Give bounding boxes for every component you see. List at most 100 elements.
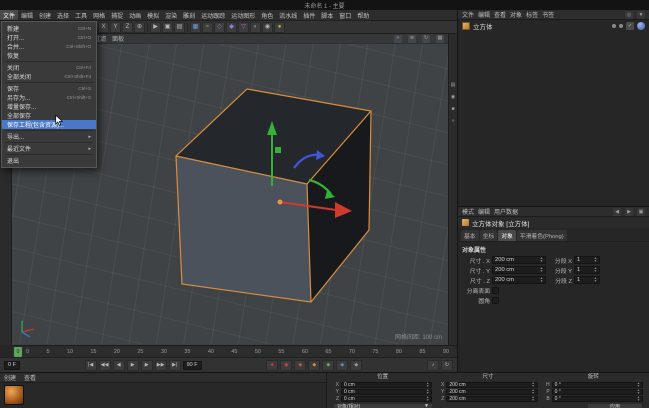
dock-display-icon[interactable]: ▤ — [450, 82, 457, 89]
render-picture-viewer-icon[interactable]: ▣ — [162, 22, 173, 33]
coord-mode-dropdown[interactable]: 对象(相对) ▼ — [333, 403, 433, 408]
file-menu-item-save-incremental[interactable]: 增量保存... — [2, 102, 96, 111]
om-menu-objects[interactable]: 对象 — [510, 10, 522, 19]
segments-y-field[interactable]: 1 ▲▼ — [574, 266, 600, 274]
next-frame-icon[interactable]: ▶ — [141, 360, 153, 371]
rot-b-field[interactable]: 0 °▲▼ — [552, 396, 643, 402]
axis-x-lock-icon[interactable]: X — [98, 22, 109, 33]
om-search-icon[interactable]: ◎ — [625, 11, 633, 19]
tab-basic[interactable]: 基本 — [461, 230, 479, 241]
menu-motion-tracker[interactable]: 运动跟踪 — [198, 10, 228, 20]
goto-end-icon[interactable]: ▶| — [169, 360, 181, 371]
size-y-field[interactable]: 200 cm ▲▼ — [492, 266, 546, 274]
stepper-icon[interactable]: ▲▼ — [540, 257, 543, 263]
menu-plugins[interactable]: 插件 — [300, 10, 318, 20]
menu-select[interactable]: 选择 — [54, 10, 72, 20]
window-titlebar[interactable]: 未命名 1 - 主要 — [0, 0, 649, 10]
file-menu-item-new[interactable]: 新建 Ctrl+N — [2, 24, 96, 33]
file-menu-item-quit[interactable]: 退出 — [2, 156, 96, 165]
menu-help[interactable]: 帮助 — [354, 10, 372, 20]
menu-render[interactable]: 渲染 — [162, 10, 180, 20]
dock-plane-icon[interactable]: ■ — [450, 106, 457, 113]
scale-x-field[interactable]: 200 cm▲▼ — [446, 382, 537, 388]
tab-coordinates[interactable]: 坐标 — [480, 230, 498, 241]
current-frame-field[interactable]: 0 F — [4, 361, 20, 370]
attr-history-back-icon[interactable]: ◀ — [613, 208, 621, 216]
loop-icon[interactable]: ↻ — [441, 360, 453, 371]
tag-check-icon[interactable]: ✓ — [626, 22, 634, 30]
menu-simulate[interactable]: 模拟 — [144, 10, 162, 20]
generator-icon[interactable]: ◆ — [226, 22, 237, 33]
autokey-icon[interactable]: ◉ — [280, 360, 292, 371]
menu-script[interactable]: 脚本 — [318, 10, 336, 20]
file-menu-item-export[interactable]: 导出... ▸ — [2, 132, 96, 141]
rot-h-field[interactable]: 0 °▲▼ — [552, 382, 643, 388]
attr-menu-mode[interactable]: 模式 — [462, 207, 474, 216]
menu-sculpt[interactable]: 雕刻 — [180, 10, 198, 20]
stepper-icon[interactable]: ▲▼ — [540, 267, 543, 273]
mat-menu-create[interactable]: 创建 — [4, 373, 16, 382]
scale-z-field[interactable]: 200 cm▲▼ — [446, 396, 537, 402]
menu-animate[interactable]: 动画 — [126, 10, 144, 20]
stepper-icon[interactable]: ▲▼ — [594, 267, 597, 273]
size-x-field[interactable]: 200 cm ▲▼ — [492, 256, 546, 264]
file-menu-item-save[interactable]: 保存 Ctrl+S — [2, 84, 96, 93]
file-menu-item-save-as[interactable]: 另存为... Ctrl+Shift+S — [2, 93, 96, 102]
visibility-dot-editor[interactable] — [612, 24, 616, 28]
coord-system-icon[interactable]: ⊕ — [134, 22, 145, 33]
size-z-field[interactable]: 200 cm ▲▼ — [492, 276, 546, 284]
segments-z-field[interactable]: 1 ▲▼ — [574, 276, 600, 284]
mat-menu-view[interactable]: 查看 — [24, 373, 36, 382]
file-menu-item-save-all[interactable]: 全部保存 — [2, 111, 96, 120]
expand-palette-icon[interactable]: » — [450, 118, 457, 125]
segments-x-field[interactable]: 1 ▲▼ — [574, 256, 600, 264]
environment-icon[interactable]: ◐ — [250, 22, 261, 33]
stepper-icon[interactable]: ▲▼ — [594, 257, 597, 263]
render-settings-icon[interactable]: ▤ — [174, 22, 185, 33]
record-parameter-icon[interactable]: ◆ — [336, 360, 348, 371]
record-rotation-icon[interactable]: ◆ — [322, 360, 334, 371]
pos-z-field[interactable]: 0 cm▲▼ — [341, 396, 432, 402]
menu-mograph[interactable]: 运动图形 — [228, 10, 258, 20]
menu-edit[interactable]: 编辑 — [18, 10, 36, 20]
camera-icon[interactable]: ◉ — [262, 22, 273, 33]
pos-x-field[interactable]: 0 cm▲▼ — [341, 382, 432, 388]
attr-lock-icon[interactable]: ▣ — [637, 208, 645, 216]
gizmo-origin-handle[interactable] — [278, 200, 283, 205]
om-menu-file[interactable]: 文件 — [462, 10, 474, 19]
render-view-icon[interactable]: ▶ — [150, 22, 161, 33]
visibility-dot-render[interactable] — [619, 24, 623, 28]
separate-surfaces-checkbox[interactable] — [492, 287, 499, 294]
timeline-playhead[interactable]: 0 — [14, 347, 22, 357]
phong-tag-icon[interactable] — [637, 22, 645, 30]
vp-menu-panel[interactable]: 面板 — [112, 34, 124, 43]
attr-history-forward-icon[interactable]: ▶ — [625, 208, 633, 216]
end-frame-field[interactable]: 90 F — [183, 361, 202, 370]
scale-y-field[interactable]: 200 cm▲▼ — [446, 389, 537, 395]
record-pla-icon[interactable]: ◆ — [350, 360, 362, 371]
file-menu-item-save-project-with-assets[interactable]: 保存工程(包含资源)... — [2, 120, 96, 129]
light-icon[interactable]: ● — [274, 22, 285, 33]
axis-z-lock-icon[interactable]: Z — [122, 22, 133, 33]
om-menu-tags[interactable]: 标签 — [526, 10, 538, 19]
pos-y-field[interactable]: 0 cm▲▼ — [341, 389, 432, 395]
om-menu-view[interactable]: 查看 — [494, 10, 506, 19]
file-menu-item-merge[interactable]: 合并... Ctrl+Shift+O — [2, 42, 96, 51]
timeline-ruler[interactable]: 0 5 10 15 20 25 30 35 40 45 50 55 60 65 … — [12, 345, 457, 357]
object-row-cube[interactable]: 立方体 ✓ — [458, 20, 649, 32]
deformer-icon[interactable]: ▽ — [238, 22, 249, 33]
pan-view-icon[interactable]: + — [394, 35, 402, 43]
menu-snap[interactable]: 捕捉 — [108, 10, 126, 20]
attr-menu-edit[interactable]: 编辑 — [478, 207, 490, 216]
file-menu-item-recent-files[interactable]: 最近文件 ▸ — [2, 144, 96, 153]
record-position-icon[interactable]: ◆ — [294, 360, 306, 371]
play-icon[interactable]: ▶ — [127, 360, 139, 371]
menu-tools[interactable]: 工具 — [72, 10, 90, 20]
file-menu-item-revert[interactable]: 恢复 — [2, 51, 96, 60]
primitive-cube-icon[interactable]: ▦ — [190, 22, 201, 33]
om-filter-icon[interactable]: ▼ — [637, 11, 645, 19]
menu-create[interactable]: 创建 — [36, 10, 54, 20]
apply-button[interactable]: 应用 — [587, 403, 643, 408]
record-scale-icon[interactable]: ◆ — [308, 360, 320, 371]
subdivision-surface-icon[interactable]: ◇ — [214, 22, 225, 33]
